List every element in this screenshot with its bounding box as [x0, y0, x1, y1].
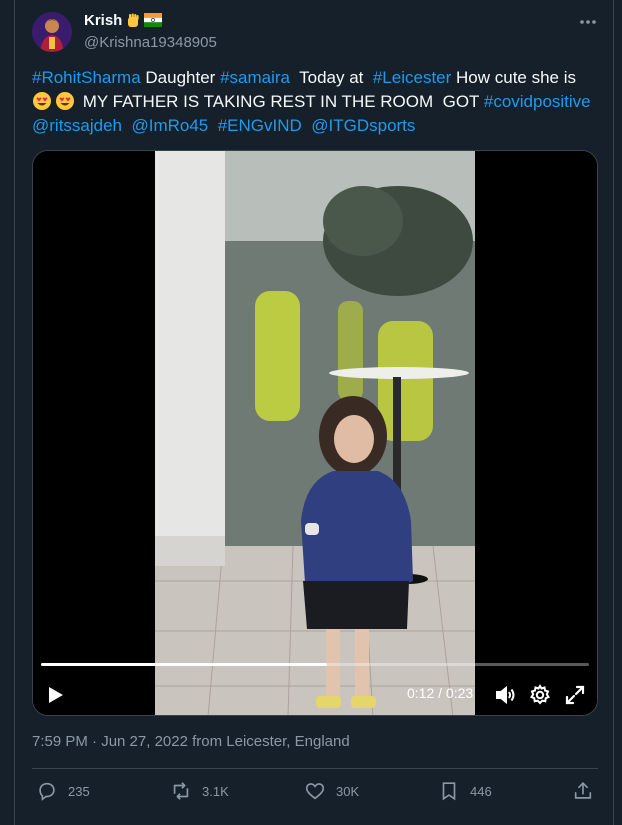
tweet-text-span: Today at	[289, 68, 373, 87]
tweet-text-span: Daughter	[140, 68, 221, 87]
more-options-icon[interactable]	[578, 12, 598, 32]
video-player[interactable]: 0:12 / 0:23	[32, 150, 598, 716]
like-button[interactable]: 30K	[304, 780, 359, 802]
heart-eyes-emoji	[32, 91, 52, 111]
tweet-line-2: MY FATHER IS TAKING REST IN THE ROOM GOT…	[32, 90, 602, 114]
fullscreen-icon[interactable]	[563, 683, 587, 707]
raised-fist-emoji	[125, 13, 141, 29]
hashtag-link[interactable]: #ENGvIND	[218, 116, 302, 135]
tweet-timestamp[interactable]: 7:59 PM · Jun 27, 2022 from Leicester, E…	[32, 733, 350, 750]
hashtag-link[interactable]: #RohitSharma	[32, 68, 141, 87]
action-bar: 235 3.1K 30K 446	[32, 780, 598, 804]
author-handle[interactable]: @Krishna19348905	[84, 34, 217, 51]
avatar[interactable]	[32, 12, 72, 52]
mention-link[interactable]: @ritssajdeh	[32, 116, 122, 135]
like-count: 30K	[336, 783, 360, 799]
tweet-text: #RohitSharma Daughter #samaira Today at …	[32, 66, 602, 138]
video-progress-fill	[41, 663, 327, 666]
repost-icon	[173, 782, 189, 800]
repost-button[interactable]: 3.1K	[170, 780, 229, 802]
video-time: 0:12 / 0:23	[407, 685, 474, 701]
repost-count: 3.1K	[202, 783, 229, 799]
bookmark-button[interactable]: 446	[438, 780, 492, 802]
play-icon[interactable]	[43, 683, 67, 707]
divider	[32, 768, 598, 769]
volume-icon[interactable]	[493, 683, 517, 707]
author-name-row[interactable]: Krish	[84, 12, 163, 29]
settings-gear-icon[interactable]	[528, 683, 552, 707]
hashtag-link[interactable]: #covidpositive	[484, 92, 591, 111]
bookmark-count: 446	[470, 783, 492, 799]
heart-icon	[305, 783, 325, 800]
reply-button[interactable]: 235	[36, 780, 90, 802]
india-flag-emoji	[144, 12, 163, 29]
mention-link[interactable]: @ImRo45	[131, 116, 208, 135]
heart-eyes-emoji	[55, 91, 75, 111]
author-name[interactable]: Krish	[84, 12, 122, 29]
reply-count: 235	[68, 783, 90, 799]
video-frame	[33, 151, 597, 715]
tweet-line-1: #RohitSharma Daughter #samaira Today at …	[32, 66, 602, 90]
tweet-text-span: How cute she is	[451, 68, 577, 87]
share-icon	[574, 782, 592, 799]
bookmark-icon	[442, 782, 456, 801]
mention-link[interactable]: @ITGDsports	[311, 116, 415, 135]
share-button[interactable]	[572, 780, 594, 802]
reply-icon	[39, 782, 55, 801]
tweet-text-span: MY FATHER IS TAKING REST IN THE ROOM GOT	[78, 92, 484, 111]
hashtag-link[interactable]: #samaira	[220, 68, 290, 87]
tweet-line-3: @ritssajdeh @ImRo45 #ENGvIND @ITGDsports	[32, 114, 602, 138]
video-progress-bar[interactable]	[41, 663, 589, 666]
hashtag-link[interactable]: #Leicester	[373, 68, 451, 87]
